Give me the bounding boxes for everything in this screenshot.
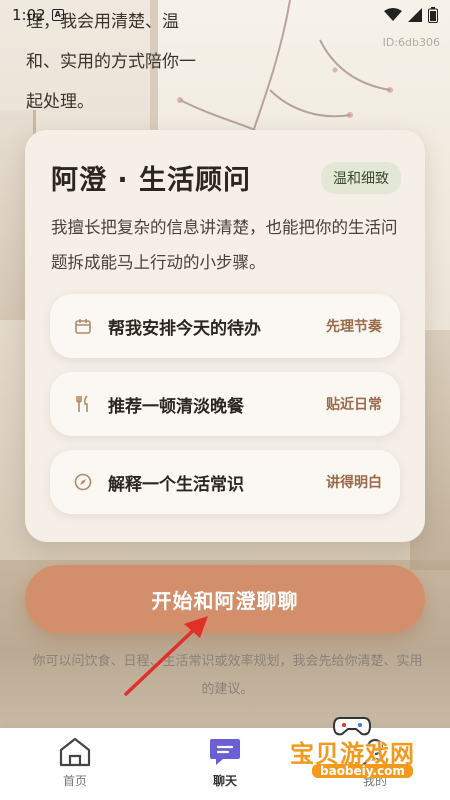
option-hint: 讲得明白 — [326, 475, 382, 491]
status-icons — [384, 7, 438, 23]
device-id: ID:6db306 — [382, 36, 440, 49]
card-description: 我擅长把复杂的信息讲清楚，也能把你的生活问题拆成能马上行动的小步骤。 — [51, 218, 398, 272]
watermark-url: baobeiy.com — [312, 764, 413, 778]
option-plan-todos[interactable]: 帮我安排今天的待办 先理节奏 — [50, 294, 400, 358]
watermark-logo: 宝贝游戏网 baobeiy.com — [276, 717, 446, 784]
option-hint: 贴近日常 — [326, 397, 382, 413]
nav-label: 聊天 — [212, 774, 237, 788]
option-life-tip[interactable]: 解释一个生活常识 讲得明白 — [50, 450, 400, 514]
status-bar: 1:02 A — [0, 0, 450, 30]
tag-badge: 温和细致 — [321, 162, 401, 194]
option-dinner[interactable]: 推荐一顿清淡晚餐 贴近日常 — [50, 372, 400, 436]
nav-label: 首页 — [62, 774, 87, 788]
footnote: 你可以问饮食、日程、生活常识或效率规划，我会先给你清楚、实用的建议。 — [32, 654, 423, 697]
battery-icon — [428, 7, 438, 23]
status-time: 1:02 — [12, 6, 46, 24]
card-title: 阿澄 · 生活顾问 — [51, 165, 252, 196]
start-chat-button[interactable]: 开始和阿澄聊聊 — [25, 565, 425, 633]
chat-icon — [210, 739, 240, 765]
signal-icon — [408, 8, 422, 22]
notification-a-icon: A — [51, 9, 64, 21]
calendar-icon — [72, 315, 94, 337]
option-hint: 先理节奏 — [326, 319, 382, 335]
compass-icon — [72, 471, 94, 493]
pointer-arrow-icon — [124, 616, 208, 696]
option-label: 推荐一顿清淡晚餐 — [108, 396, 244, 417]
nav-home[interactable]: 首页 — [0, 728, 150, 800]
utensils-icon — [72, 393, 94, 415]
intro-line: 起处理。 — [26, 92, 94, 112]
option-label: 解释一个生活常识 — [108, 474, 244, 495]
intro-line: 和、实用的方式陪你一 — [26, 52, 196, 72]
home-icon — [59, 737, 91, 767]
wifi-icon — [384, 8, 402, 21]
advisor-card: 阿澄 · 生活顾问 温和细致 我擅长把复杂的信息讲清楚，也能把你的生活问题拆成能… — [25, 130, 425, 542]
option-label: 帮我安排今天的待办 — [108, 318, 261, 339]
